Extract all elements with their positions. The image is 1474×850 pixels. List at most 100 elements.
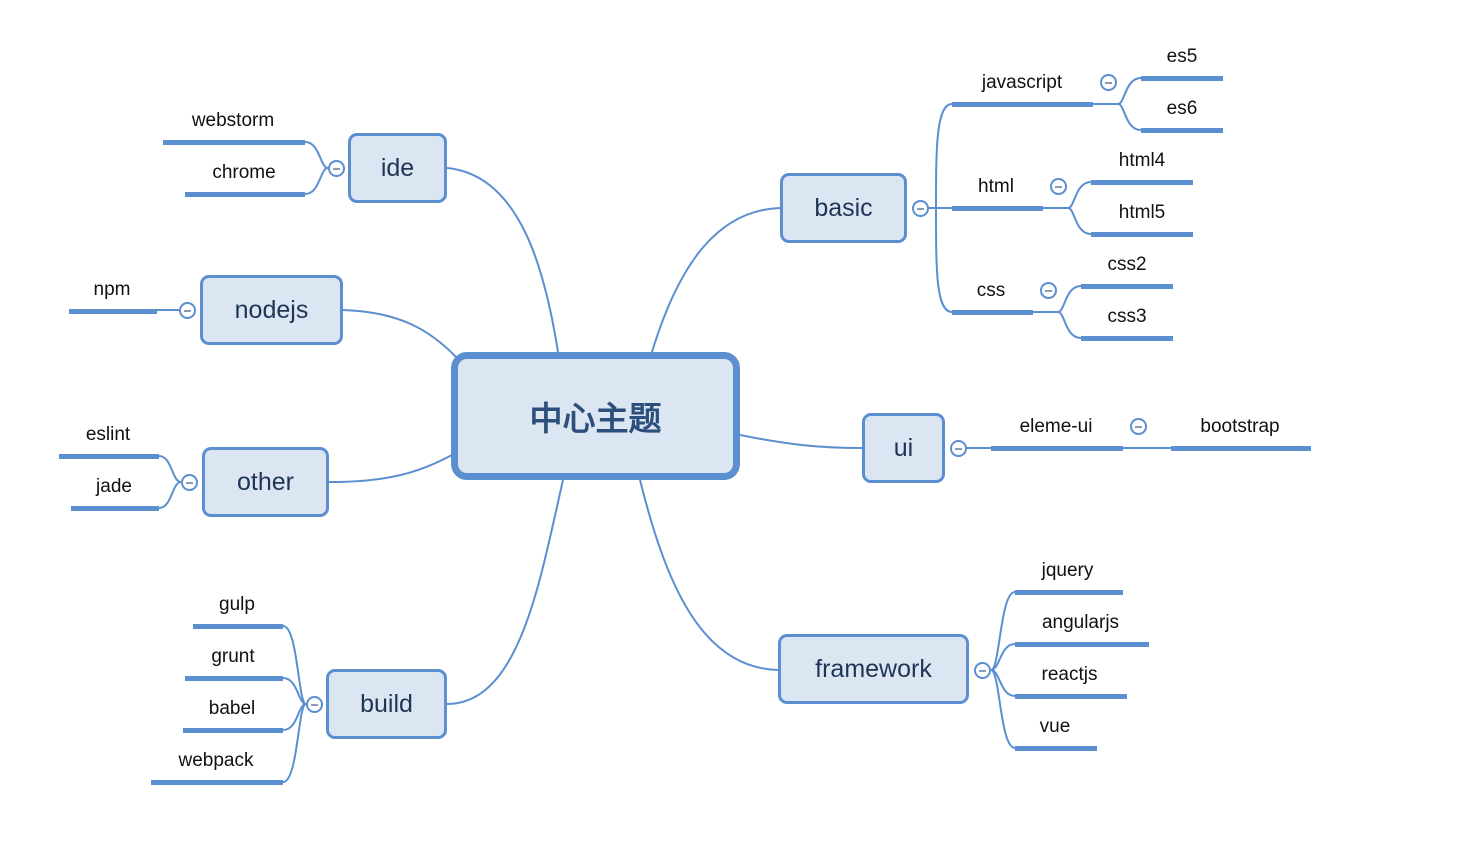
connector-center-ide	[446, 167, 559, 353]
connector	[990, 591, 1016, 671]
leaf-gulp[interactable]: gulp	[193, 594, 281, 616]
leaf-underline	[185, 676, 283, 681]
leaf-webstorm[interactable]: webstorm	[163, 110, 303, 132]
leaf-underline	[151, 780, 283, 785]
connector	[1117, 103, 1142, 131]
leaf-bootstrap[interactable]: bootstrap	[1171, 416, 1309, 438]
topic-basic[interactable]: basic	[780, 173, 907, 243]
leaf-html5[interactable]: html5	[1091, 202, 1193, 224]
subtopic-underline	[952, 206, 1043, 211]
topic-label: basic	[814, 193, 873, 222]
connector	[1057, 311, 1082, 339]
leaf-underline	[1015, 694, 1127, 699]
collapse-eleme-ui-button[interactable]	[1130, 418, 1147, 435]
leaf-label: chrome	[212, 162, 276, 183]
leaf-jquery[interactable]: jquery	[1015, 560, 1120, 582]
topic-nodejs[interactable]: nodejs	[200, 275, 343, 345]
leaf-npm[interactable]: npm	[69, 279, 155, 301]
topic-label: build	[360, 689, 413, 718]
leaf-label: angularjs	[1041, 612, 1120, 633]
leaf-angularjs[interactable]: angularjs	[1015, 612, 1146, 634]
topic-ide[interactable]: ide	[348, 133, 447, 203]
leaf-html4[interactable]: html4	[1091, 150, 1193, 172]
leaf-label: jquery	[1041, 560, 1094, 581]
central-topic[interactable]: 中心主题	[451, 352, 740, 480]
collapse-javascript-button[interactable]	[1100, 74, 1117, 91]
collapse-nodejs-button[interactable]	[179, 302, 196, 319]
leaf-label: eslint	[85, 424, 131, 445]
leaf-underline	[163, 140, 305, 145]
leaf-underline	[1081, 336, 1173, 341]
leaf-babel[interactable]: babel	[183, 698, 281, 720]
leaf-label: html4	[1118, 150, 1166, 171]
subtopic-label: html	[978, 176, 1014, 197]
subtopic-css[interactable]: css	[952, 280, 1030, 302]
subtopic-eleme-ui[interactable]: eleme-ui	[991, 416, 1121, 438]
connector-center-ui	[739, 434, 863, 449]
connector	[304, 167, 329, 195]
topic-other[interactable]: other	[202, 447, 329, 517]
leaf-css2[interactable]: css2	[1081, 254, 1173, 276]
leaf-underline	[1015, 746, 1097, 751]
subtopic-label: css	[976, 280, 1006, 301]
leaf-underline	[193, 624, 283, 629]
subtopic-html[interactable]: html	[952, 176, 1040, 198]
collapse-framework-button[interactable]	[974, 662, 991, 679]
connector-center-nodejs	[342, 309, 458, 359]
collapse-ide-button[interactable]	[328, 160, 345, 177]
topic-label: ui	[893, 433, 914, 462]
topic-ui[interactable]: ui	[862, 413, 945, 483]
subtopic-javascript[interactable]: javascript	[952, 72, 1092, 94]
leaf-chrome[interactable]: chrome	[185, 162, 303, 184]
leaf-underline	[1091, 180, 1193, 185]
collapse-css-button[interactable]	[1040, 282, 1057, 299]
topic-label: framework	[815, 654, 932, 683]
leaf-underline	[1015, 590, 1123, 595]
collapse-other-button[interactable]	[181, 474, 198, 491]
leaf-underline	[1091, 232, 1193, 237]
topic-build[interactable]: build	[326, 669, 447, 739]
connector	[935, 103, 953, 209]
leaf-eslint[interactable]: eslint	[59, 424, 157, 446]
leaf-jade[interactable]: jade	[71, 476, 157, 498]
leaf-es6[interactable]: es6	[1141, 98, 1223, 120]
leaf-label: npm	[93, 279, 131, 300]
topic-framework[interactable]: framework	[778, 634, 969, 704]
connector	[158, 481, 182, 509]
connector-center-build	[446, 479, 564, 705]
leaf-label: es5	[1166, 46, 1198, 67]
central-topic-label: 中心主题	[529, 399, 662, 438]
leaf-webpack[interactable]: webpack	[151, 750, 281, 772]
subtopic-underline	[952, 102, 1093, 107]
connector	[282, 677, 307, 705]
leaf-es5[interactable]: es5	[1141, 46, 1223, 68]
leaf-css3[interactable]: css3	[1081, 306, 1173, 328]
leaf-underline	[185, 192, 305, 197]
leaf-label: jade	[96, 476, 132, 497]
leaf-underline	[183, 728, 283, 733]
topic-label: ide	[380, 153, 415, 182]
leaf-reactjs[interactable]: reactjs	[1015, 664, 1124, 686]
leaf-label: gulp	[219, 594, 255, 615]
connector-center-other	[328, 454, 453, 483]
connector	[282, 703, 307, 783]
collapse-build-button[interactable]	[306, 696, 323, 713]
connector-center-basic	[651, 207, 781, 353]
collapse-basic-button[interactable]	[912, 200, 929, 217]
leaf-underline	[59, 454, 159, 459]
leaf-grunt[interactable]: grunt	[185, 646, 281, 668]
leaf-vue[interactable]: vue	[1015, 716, 1095, 738]
connector-center-framework	[639, 479, 779, 671]
subtopic-label: eleme-ui	[1019, 416, 1093, 437]
collapse-ui-button[interactable]	[950, 440, 967, 457]
leaf-label: bootstrap	[1200, 416, 1280, 437]
leaf-label: webstorm	[191, 110, 275, 131]
leaf-label: webpack	[178, 750, 254, 771]
topic-label: nodejs	[234, 295, 309, 324]
leaf-label: html5	[1118, 202, 1166, 223]
subtopic-label: javascript	[981, 72, 1063, 93]
leaf-label: babel	[208, 698, 256, 719]
leaf-label: grunt	[211, 646, 255, 667]
connector	[1067, 207, 1092, 235]
collapse-html-button[interactable]	[1050, 178, 1067, 195]
